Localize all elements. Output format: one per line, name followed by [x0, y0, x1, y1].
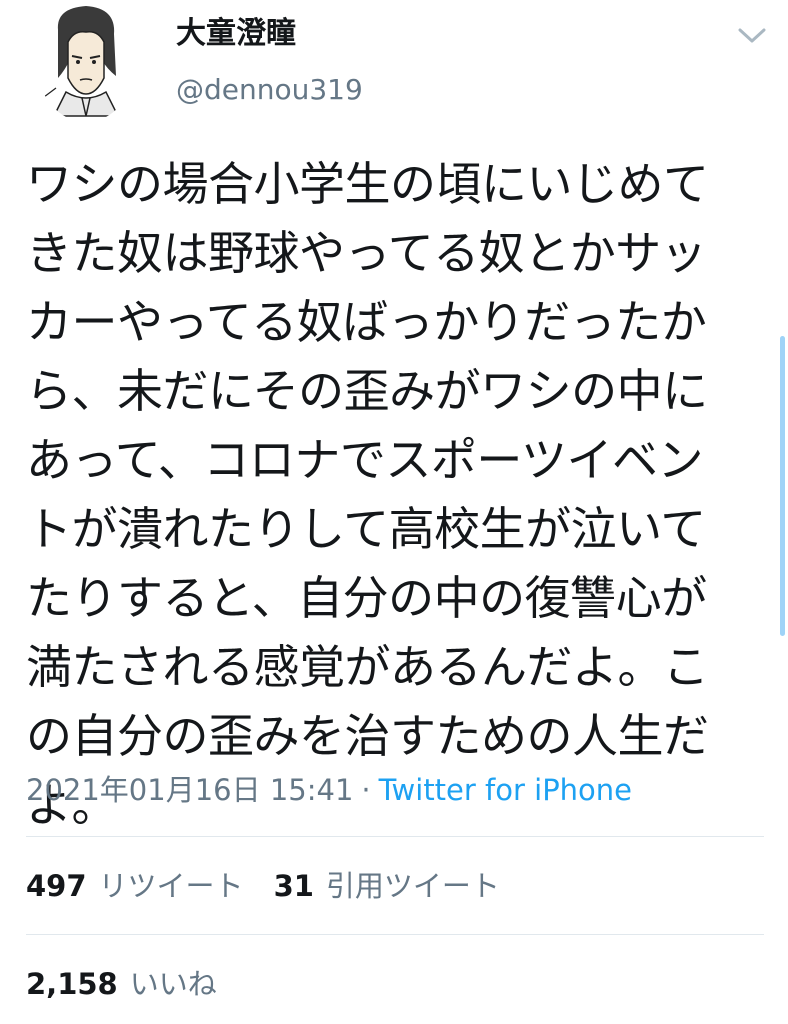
cartoon-portrait-avatar	[39, 6, 120, 117]
likes-count: 2,158	[26, 967, 118, 1001]
likes-stat[interactable]: 2,158 いいね	[26, 964, 217, 1004]
retweets-stat[interactable]: 497 リツイート	[26, 869, 244, 903]
meta-separator: ·	[361, 773, 371, 807]
divider	[26, 934, 764, 935]
engagement-counts: 497 リツイート 31 引用ツイート	[26, 866, 500, 906]
author-display-name[interactable]: 大童澄瞳	[176, 14, 296, 54]
author-handle[interactable]: @dennou319	[176, 70, 363, 110]
quotes-count: 31	[273, 869, 314, 903]
avatar[interactable]	[36, 0, 136, 122]
retweets-count: 497	[26, 869, 87, 903]
tweet-meta: 2021年01月16日 15:41 · Twitter for iPhone	[26, 770, 632, 810]
quotes-stat[interactable]: 31 引用ツイート	[274, 869, 500, 903]
likes-label: いいね	[129, 967, 217, 1001]
tweet-text: ワシの場合小学生の頃にいじめて きた奴は野球やってる奴とかサッ カーやってる奴ば…	[26, 157, 709, 832]
chevron-down-icon[interactable]	[736, 26, 768, 46]
scrollbar[interactable]	[780, 336, 785, 636]
retweets-label: リツイート	[98, 869, 244, 903]
tweet-timestamp[interactable]: 2021年01月16日 15:41	[26, 773, 353, 807]
quotes-label: 引用ツイート	[325, 869, 500, 903]
tweet-source-link[interactable]: Twitter for iPhone	[379, 773, 632, 807]
divider	[26, 836, 764, 837]
